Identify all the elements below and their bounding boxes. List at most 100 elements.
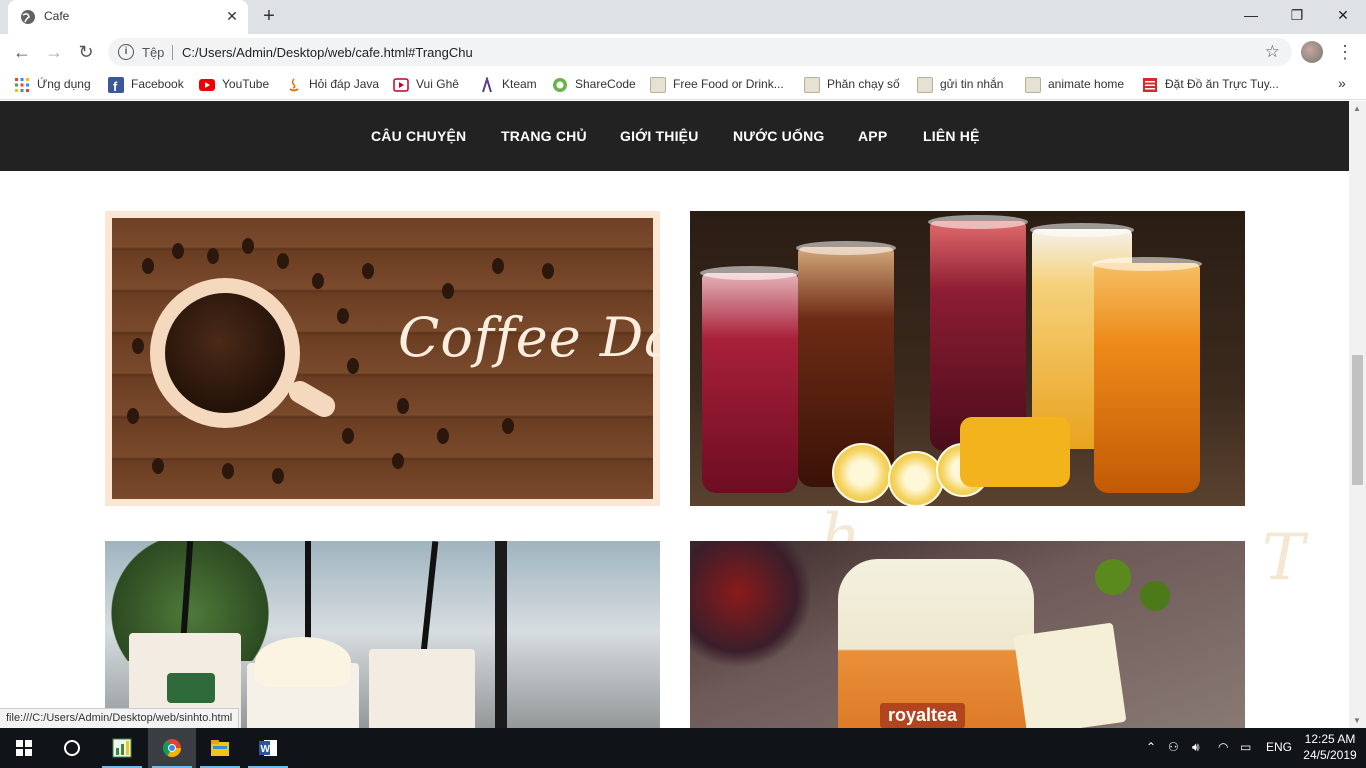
bookmark-label: Ứng dụng — [37, 77, 91, 91]
nav-lien-he[interactable]: LIÊN HỆ — [923, 128, 980, 144]
bookmark-label: ShareCode — [575, 77, 636, 91]
cortana-button[interactable] — [48, 728, 96, 768]
language-indicator[interactable]: ENG — [1266, 740, 1292, 754]
clock-time: 12:25 AM — [1304, 732, 1356, 746]
close-window-button[interactable]: ✕ — [1320, 0, 1366, 30]
lime — [1095, 559, 1131, 595]
coffee-bean — [312, 273, 324, 289]
close-tab-icon[interactable]: ✕ — [224, 8, 240, 24]
decorative-letter: T — [1262, 521, 1305, 595]
browser-toolbar: ← → ↻ i Tệp C:/Users/Admin/Desktop/web/c… — [0, 34, 1366, 70]
coffee-bean — [242, 238, 254, 254]
wifi-icon[interactable]: ◠ — [1218, 740, 1228, 754]
taskbar-app-word[interactable]: W — [244, 728, 292, 768]
battery-icon[interactable]: ▭ — [1240, 740, 1251, 754]
nav-trang-chu[interactable]: TRANG CHỦ — [501, 128, 587, 144]
network-status-icon[interactable]: ⚇ — [1168, 740, 1179, 754]
more-bookmarks-button[interactable]: » — [1338, 75, 1346, 93]
cup-rim — [796, 241, 896, 255]
coffee-bean — [362, 263, 374, 279]
omnibox-label: Tệp — [142, 45, 165, 60]
nav-app[interactable]: APP — [858, 128, 887, 144]
royaltea-label: royaltea — [880, 703, 966, 728]
folder-explorer-icon — [211, 740, 229, 756]
phuc-long-logo — [167, 673, 215, 703]
menu-icon — [1143, 78, 1157, 92]
tray-chevron-icon[interactable]: ⌃ — [1146, 740, 1156, 754]
coffee-bean — [337, 308, 349, 324]
status-bubble: file:///C:/Users/Admin/Desktop/web/sinht… — [0, 708, 240, 728]
lime — [1140, 581, 1170, 611]
bookmark-label: Hỏi đáp Java — [309, 77, 380, 91]
scroll-down-icon[interactable]: ▼ — [1353, 716, 1361, 725]
apps-grid-icon — [15, 78, 29, 92]
nav-nuoc-uong[interactable]: NƯỚC UỐNG — [733, 128, 824, 144]
address-bar[interactable]: i Tệp C:/Users/Admin/Desktop/web/cafe.ht… — [108, 38, 1292, 66]
taskbar-app-chrome[interactable] — [148, 728, 196, 768]
back-button[interactable]: ← — [10, 40, 34, 64]
more-menu-icon[interactable]: ⋮ — [1336, 40, 1354, 64]
windows-taskbar: W ⌃ ⚇ 🔊︎ ◠ ▭ ENG 12:25 AM 24/5/2019 — [0, 728, 1366, 768]
word-icon: W — [259, 740, 277, 756]
minimize-button[interactable]: — — [1228, 0, 1274, 30]
info-icon[interactable]: i — [118, 44, 134, 60]
nav-gioi-thieu[interactable]: GIỚI THIỆU — [620, 128, 699, 144]
fruit-tea-image[interactable] — [690, 211, 1245, 506]
coffee-bean — [127, 408, 139, 424]
coffee-bean — [152, 458, 164, 474]
cup-rim — [928, 215, 1028, 229]
chrome-icon — [163, 739, 181, 758]
bookmark-label: Free Food or Drink... — [673, 77, 784, 91]
taskbar-app-explorer[interactable] — [196, 728, 244, 768]
profile-avatar[interactable] — [1301, 41, 1323, 63]
cup-rim — [1092, 257, 1202, 271]
phuc-long-drinks-image[interactable] — [105, 541, 660, 728]
restore-button[interactable]: ❐ — [1274, 0, 1320, 30]
svg-text:W: W — [261, 744, 271, 755]
nav-cau-chuyen[interactable]: CÂU CHUYỆN — [371, 128, 466, 144]
banner-wood-background: Coffee Day — [112, 218, 660, 499]
tab-cafe[interactable]: Cafe ✕ — [8, 0, 248, 34]
berries — [690, 541, 810, 671]
coffee-bean — [542, 263, 554, 279]
system-clock[interactable]: 12:25 AM 24/5/2019 — [1300, 731, 1360, 763]
taskbar-app-chart[interactable] — [98, 728, 146, 768]
lemon-slice — [888, 451, 944, 506]
bookmark-star-icon[interactable]: ☆ — [1265, 42, 1280, 62]
coffee-liquid — [165, 293, 285, 413]
bookmark-label: Vui Ghê — [416, 77, 459, 91]
whipped-cream — [255, 637, 351, 687]
coffee-bean — [392, 453, 404, 469]
cheese-block — [1013, 622, 1127, 728]
windows-icon — [16, 740, 32, 756]
start-button[interactable] — [0, 728, 48, 768]
banner-title: Coffee Day — [398, 306, 660, 369]
window-frame — [495, 541, 507, 728]
bookmark-label: animate home — [1048, 77, 1125, 91]
site-navbar: CÂU CHUYỆN TRANG CHỦ GIỚI THIỆU NƯỚC UỐN… — [0, 101, 1349, 171]
folder-icon — [650, 77, 666, 93]
page-viewport: CÂU CHUYỆN TRANG CHỦ GIỚI THIỆU NƯỚC UỐN… — [0, 101, 1349, 728]
folder-icon — [917, 77, 933, 93]
url-text[interactable]: C:/Users/Admin/Desktop/web/cafe.html#Tra… — [182, 45, 473, 60]
coffee-day-banner-image[interactable]: Coffee Day — [105, 211, 660, 506]
reload-button[interactable]: ↻ — [74, 40, 98, 64]
globe-icon — [21, 10, 35, 24]
volume-icon[interactable]: 🔊︎ — [1192, 740, 1200, 755]
forward-button[interactable]: → — [42, 40, 66, 64]
page-scrollbar[interactable]: ▲ ▼ — [1349, 101, 1366, 728]
orange-drink — [1094, 263, 1200, 493]
coffee-bean — [222, 463, 234, 479]
new-tab-button[interactable]: + — [258, 6, 280, 28]
berry-drink — [702, 273, 798, 493]
coffee-bean — [272, 468, 284, 484]
scrollbar-thumb[interactable] — [1352, 355, 1363, 485]
omnibox-separator — [172, 45, 173, 60]
coffee-bean — [397, 398, 409, 414]
coffee-bean — [277, 253, 289, 269]
royaltea-drink-image[interactable]: royaltea — [690, 541, 1245, 728]
patterned-cup — [369, 649, 475, 728]
scroll-up-icon[interactable]: ▲ — [1353, 104, 1361, 113]
search-circle-icon — [64, 740, 80, 756]
coffee-cup-handle — [284, 376, 340, 422]
